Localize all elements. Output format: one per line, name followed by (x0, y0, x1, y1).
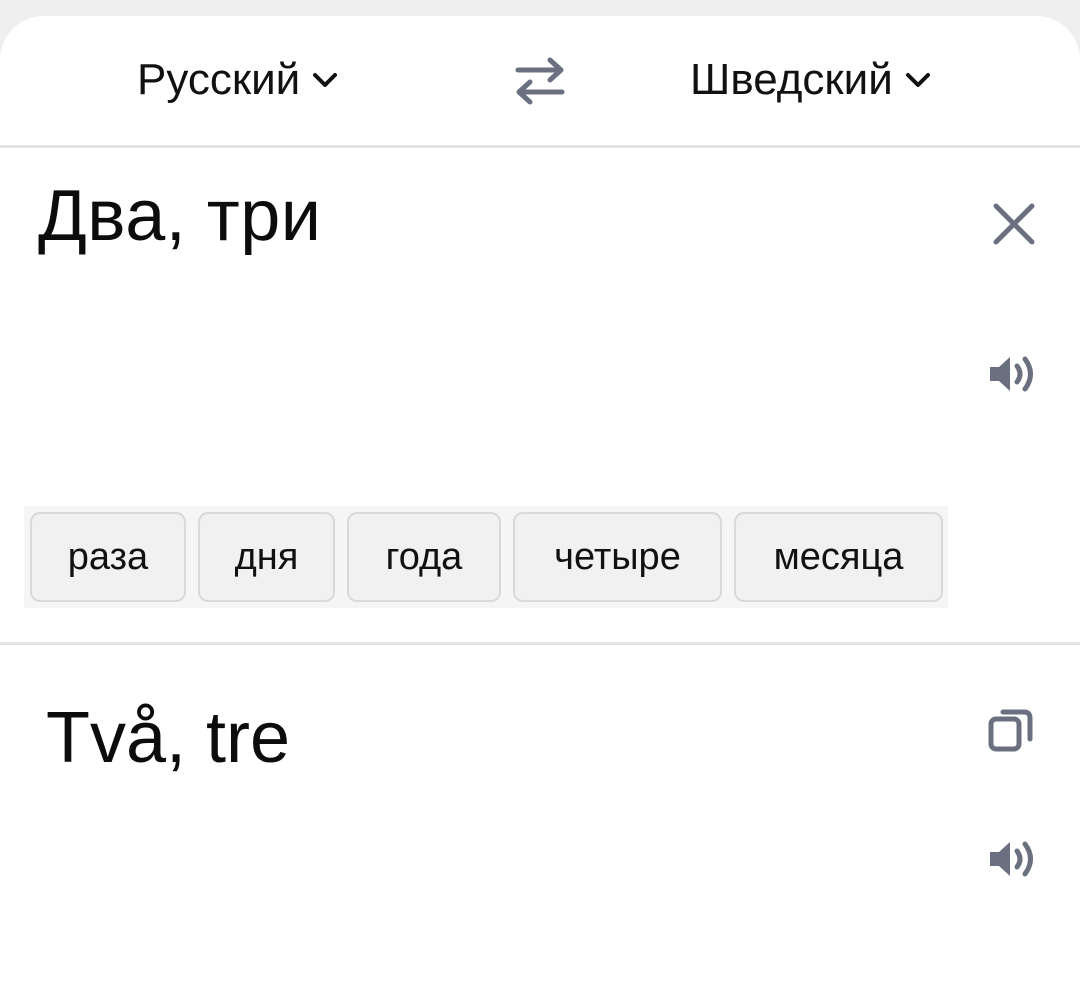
source-language-label: Русский (137, 55, 301, 104)
close-icon[interactable] (988, 198, 1040, 250)
suggestion-chips: раза дня года четыре месяца (24, 506, 948, 608)
suggestion-chip[interactable]: дня (198, 512, 335, 602)
speaker-icon[interactable] (988, 837, 1040, 881)
suggestion-chip[interactable]: раза (30, 512, 186, 602)
language-bar: Русский Шведский (0, 16, 1080, 146)
chevron-down-icon (313, 73, 338, 87)
suggestion-chip[interactable]: года (347, 512, 501, 602)
suggestion-chip[interactable]: четыре (513, 512, 722, 602)
divider (0, 642, 1080, 645)
target-language-selector[interactable]: Шведский (690, 52, 931, 108)
source-text-input[interactable]: Два, три (38, 174, 322, 258)
chevron-down-icon (905, 73, 930, 87)
target-language-label: Шведский (690, 55, 893, 104)
suggestion-chip[interactable]: месяца (734, 512, 943, 602)
translation-text: Två, tre (46, 698, 291, 778)
source-language-selector[interactable]: Русский (137, 52, 338, 108)
speaker-icon[interactable] (988, 352, 1040, 396)
swap-arrows-icon[interactable] (512, 56, 568, 106)
divider (0, 145, 1080, 148)
copy-icon[interactable] (988, 706, 1036, 754)
translator-card: Русский Шведский Два, три раза дня года … (0, 16, 1080, 1002)
